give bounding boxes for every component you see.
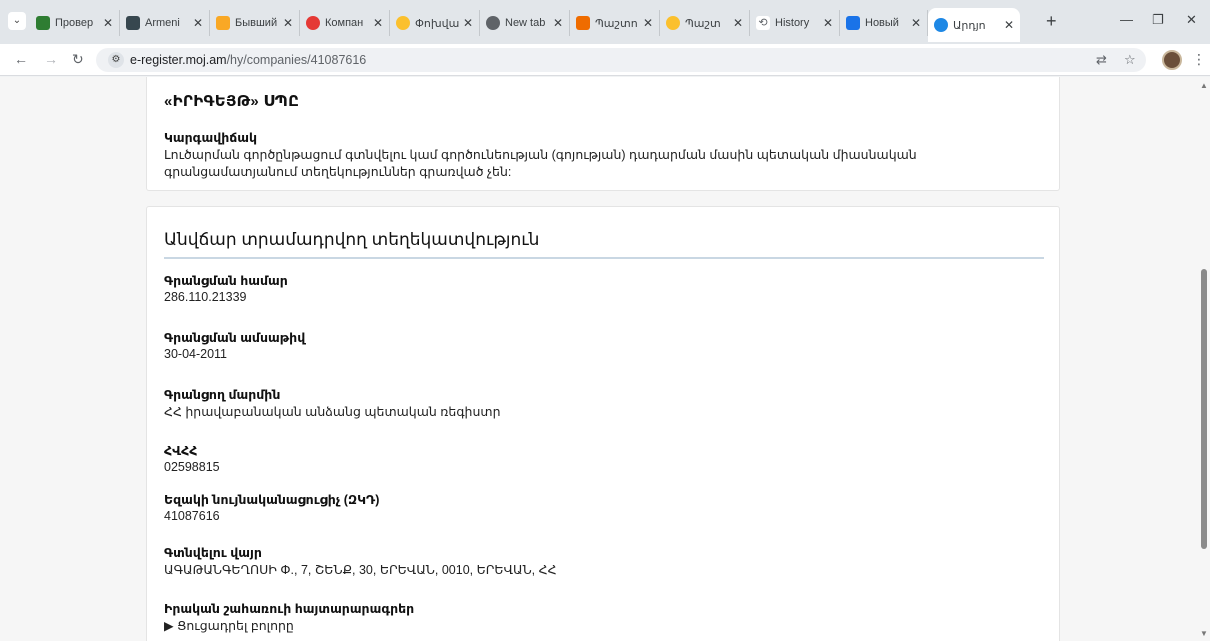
tab-close-icon[interactable]: ✕ xyxy=(103,16,113,30)
history-icon: ⟲ xyxy=(756,16,770,30)
tab-search-icon[interactable]: ⌄ xyxy=(8,12,26,30)
field-label-unique-id: Եզակի նույնականացուցիչ (ԶԿԴ) xyxy=(164,493,380,507)
tab-8[interactable]: ⟲ History ✕ xyxy=(750,10,840,36)
status-label: Կարգավիճակ xyxy=(164,131,258,145)
tab-label: New tab xyxy=(505,17,546,29)
company-header-card: «ԻՐԻԳԵՅԹ» ՍՊԸ Կարգավիճակ Լուծարման գործը… xyxy=(146,77,1060,191)
window-close-icon[interactable]: ✕ xyxy=(1186,12,1197,28)
tab-label: Պաշտո xyxy=(595,17,638,30)
field-label-registering-body: Գրանցող մարմին xyxy=(164,388,281,402)
back-icon[interactable]: ← xyxy=(14,51,28,67)
tab-strip: ⌄ Провер ✕ Armeni ✕ Бывший ✕ Компан ✕ Փո… xyxy=(0,0,1210,44)
field-label-beneficial-owners: Իրական շահառուի հայտարարագրեր xyxy=(164,602,415,616)
tab-favicon-icon xyxy=(666,16,680,30)
tab-0[interactable]: Провер ✕ xyxy=(30,10,120,36)
tab-favicon-icon xyxy=(126,16,140,30)
tab-favicon-icon xyxy=(576,16,590,30)
tab-label: Новый xyxy=(865,17,899,29)
tab-list: Провер ✕ Armeni ✕ Бывший ✕ Компан ✕ Փոխվ… xyxy=(30,8,1020,42)
section-divider xyxy=(164,257,1044,259)
tab-label: Компан xyxy=(325,17,364,29)
field-label-location: Գտնվելու վայր xyxy=(164,546,262,560)
scroll-up-arrow-icon[interactable]: ▲ xyxy=(1200,81,1208,90)
tab-close-icon[interactable]: ✕ xyxy=(911,16,921,30)
tab-6[interactable]: Պաշտո ✕ xyxy=(570,10,660,36)
minimize-icon[interactable]: — xyxy=(1120,12,1133,27)
tab-close-icon[interactable]: ✕ xyxy=(733,16,743,30)
reload-icon[interactable]: ↻ xyxy=(72,51,84,68)
tab-close-icon[interactable]: ✕ xyxy=(373,16,383,30)
company-name: «ԻՐԻԳԵՅԹ» ՍՊԸ xyxy=(164,93,300,110)
url-path: /hy/companies/41087616 xyxy=(226,53,367,67)
tab-7[interactable]: Պաշտ ✕ xyxy=(660,10,750,36)
translate-icon[interactable]: ⇄ xyxy=(1096,52,1107,68)
tab-active[interactable]: Արդյո ✕ xyxy=(928,8,1020,42)
tab-2[interactable]: Бывший ✕ xyxy=(210,10,300,36)
field-value-registration-number: 286.110.21339 xyxy=(164,290,247,304)
tab-3[interactable]: Компан ✕ xyxy=(300,10,390,36)
field-value-location: ԱԳԱԹԱՆԳԵՂՈՍԻ Փ., 7, ՇԵՆՔ, 30, ԵՐԵՎԱՆ, 00… xyxy=(164,563,557,577)
field-value-registration-date: 30-04-2011 xyxy=(164,347,228,361)
tab-favicon-icon xyxy=(216,16,230,30)
tab-label: History xyxy=(775,17,810,29)
forward-icon[interactable]: → xyxy=(44,51,58,67)
tab-favicon-icon xyxy=(846,16,860,30)
tab-label: Արդյո xyxy=(953,19,986,32)
field-label-registration-number: Գրանցման համար xyxy=(164,274,288,288)
restore-icon[interactable]: ❐ xyxy=(1152,12,1164,28)
tab-close-icon[interactable]: ✕ xyxy=(823,16,833,30)
tab-4[interactable]: Փոխվա ✕ xyxy=(390,10,480,36)
scroll-thumb[interactable] xyxy=(1201,269,1207,549)
tab-label: Պաշտ xyxy=(685,17,721,30)
url-text[interactable]: e-register.moj.am/hy/companies/41087616 xyxy=(130,53,366,67)
tab-label: Провер xyxy=(55,17,94,29)
tab-close-icon[interactable]: ✕ xyxy=(643,16,653,30)
field-value-tax-id: 02598815 xyxy=(164,460,220,474)
field-label-registration-date: Գրանցման ամսաթիվ xyxy=(164,331,306,345)
tab-label: Փոխվա xyxy=(415,17,459,30)
tab-favicon-icon xyxy=(306,16,320,30)
free-info-card: Անվճար տրամադրվող տեղեկատվություն Գրանցմ… xyxy=(146,206,1060,641)
url-host: e-register.moj.am xyxy=(130,53,227,67)
tab-close-icon[interactable]: ✕ xyxy=(1004,18,1014,32)
status-text: Լուծարման գործընթացում գտնվելու կամ գործ… xyxy=(164,148,917,179)
tab-label: Armeni xyxy=(145,17,180,29)
tab-1[interactable]: Armeni ✕ xyxy=(120,10,210,36)
tab-favicon-icon xyxy=(36,16,50,30)
bookmark-star-icon[interactable]: ☆ xyxy=(1124,52,1136,68)
field-label-tax-id: ՀՎՀՀ xyxy=(164,444,198,458)
field-value-unique-id: 41087616 xyxy=(164,509,220,523)
address-bar[interactable]: ⚙ e-register.moj.am/hy/companies/4108761… xyxy=(96,48,1146,72)
address-toolbar: ← → ↻ ⚙ e-register.moj.am/hy/companies/4… xyxy=(0,44,1210,76)
show-all-toggle[interactable]: ▶ Ցուցադրել բոլորը xyxy=(164,618,294,633)
field-value-registering-body: ՀՀ իրավաբանական անձանց պետական ռեգիստր xyxy=(164,405,501,419)
menu-kebab-icon[interactable]: ⋮ xyxy=(1192,51,1206,68)
page-content: «ԻՐԻԳԵՅԹ» ՍՊԸ Կարգավիճակ Լուծարման գործը… xyxy=(0,77,1210,641)
tab-close-icon[interactable]: ✕ xyxy=(553,16,563,30)
tab-close-icon[interactable]: ✕ xyxy=(193,16,203,30)
page-scrollbar[interactable]: ▲ ▼ xyxy=(1198,77,1210,641)
site-info-icon[interactable]: ⚙ xyxy=(108,52,124,68)
tab-favicon-icon xyxy=(934,18,948,32)
tab-9[interactable]: Новый ✕ xyxy=(840,10,928,36)
tab-5[interactable]: New tab ✕ xyxy=(480,10,570,36)
new-tab-button[interactable]: + xyxy=(1046,12,1057,30)
tab-close-icon[interactable]: ✕ xyxy=(283,16,293,30)
tab-favicon-icon xyxy=(486,16,500,30)
scroll-down-arrow-icon[interactable]: ▼ xyxy=(1200,629,1208,638)
section-title: Անվճար տրամադրվող տեղեկատվություն xyxy=(164,230,540,249)
tab-favicon-icon xyxy=(396,16,410,30)
tab-label: Бывший xyxy=(235,17,278,29)
profile-avatar[interactable] xyxy=(1162,50,1182,70)
tab-close-icon[interactable]: ✕ xyxy=(463,16,473,30)
